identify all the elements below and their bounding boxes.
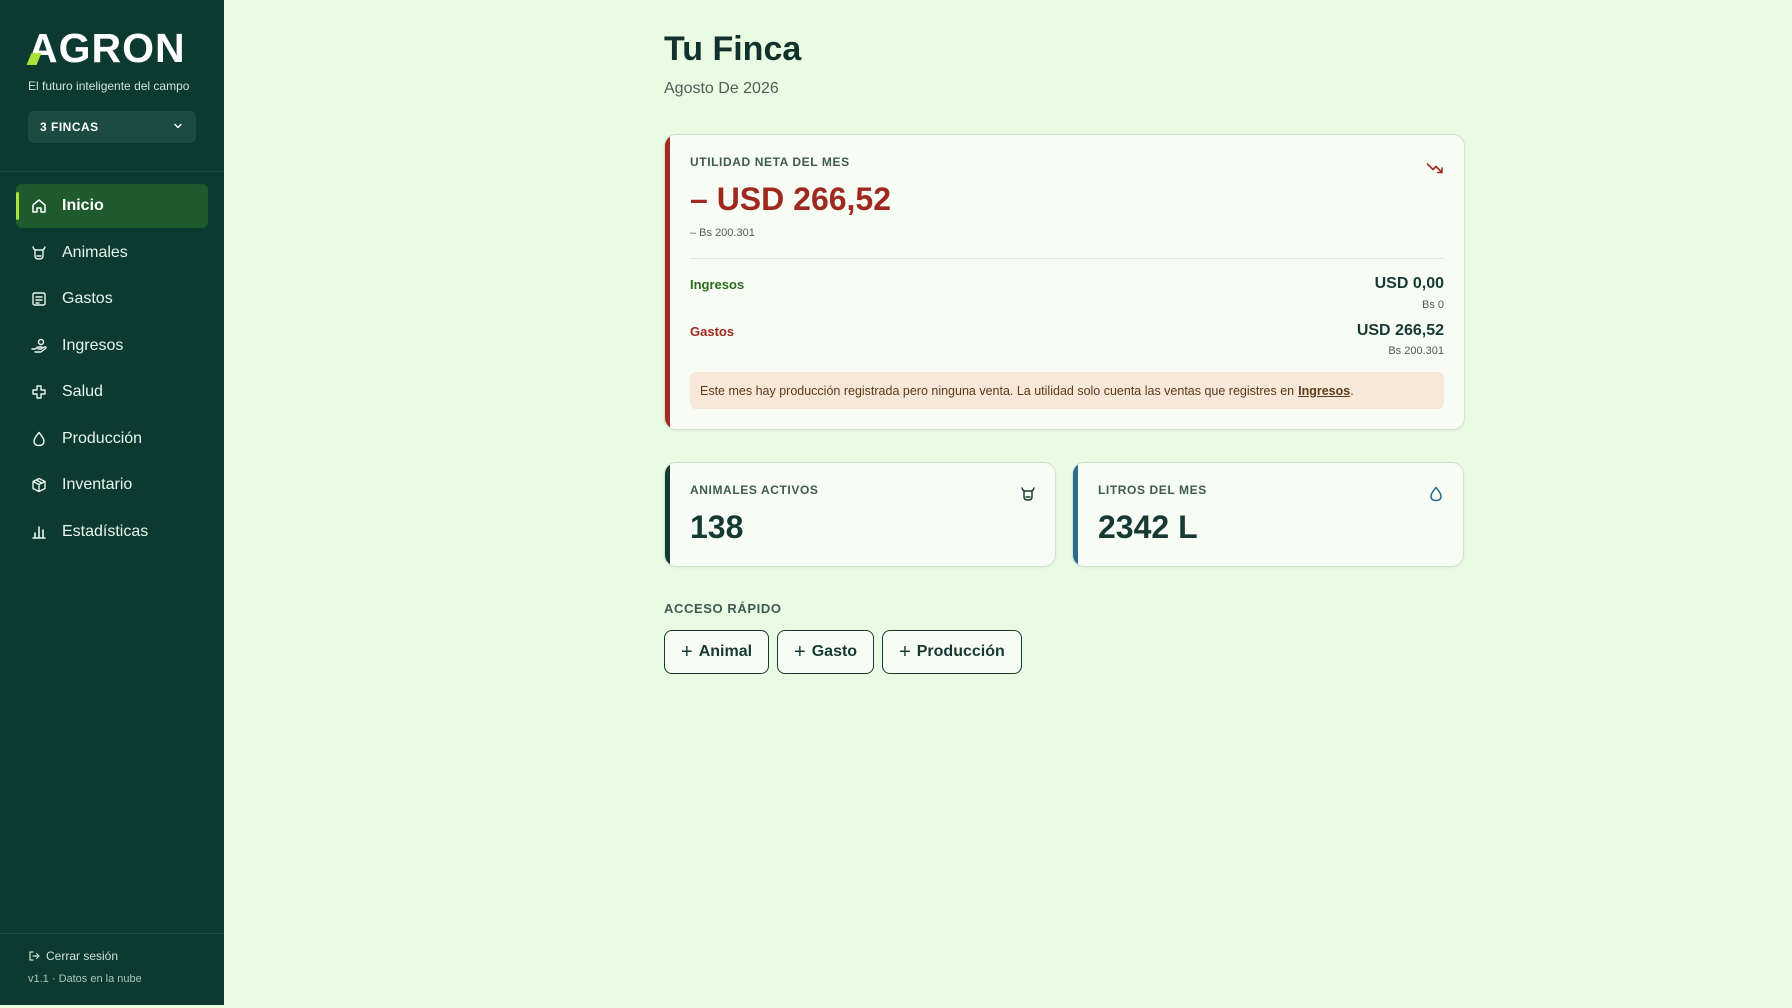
income-bs: Bs 0 [1421,299,1444,311]
cow-icon [1021,487,1035,501]
trending-down-icon [1426,163,1443,174]
logout-button[interactable]: Cerrar sesión [28,949,118,963]
income-usd: USD 0,00 [1374,275,1444,292]
package-icon [30,476,48,494]
droplet-icon [30,430,48,448]
version-text: v1.1 · Datos en la nube [28,973,142,985]
droplet-icon [1430,486,1442,502]
sidebar-item-label: Animales [62,243,128,261]
sidebar-item-label: Producción [62,429,143,447]
notice-end: . [1350,383,1354,398]
expense-bs: Bs 200.301 [1388,345,1444,357]
chevron-down-icon [172,120,184,135]
sidebar-divider [0,171,224,172]
sidebar: AGRON El futuro inteligente del campo 3 … [0,0,224,1005]
card-accent [665,135,670,429]
sidebar-item-label: Gastos [62,290,113,307]
monthly-liters-label: LITROS DEL MES [1098,483,1207,497]
hand-coins-icon [30,337,48,355]
net-profit-bs: – Bs 200.301 [690,227,755,239]
notice-text: Este mes hay producción registrada pero … [700,383,1295,398]
sidebar-item-gastos[interactable]: Gastos [16,277,208,321]
card-divider [690,258,1444,259]
page-title: Tu Finca [664,30,802,68]
page-subtitle: Agosto De 2026 [664,80,779,97]
receipt-icon [30,290,48,308]
sidebar-item-inventario[interactable]: Inventario [16,463,208,507]
card-accent [1073,463,1078,566]
farm-selector-label: 3 FINCAS [40,120,99,134]
plus-icon: + [794,641,806,663]
sidebar-nav: Inicio Animales Gastos Ingresos Salud Pr… [16,184,208,556]
expense-label: Gastos [690,324,735,339]
active-animals-value: 138 [690,509,744,545]
sidebar-item-estadisticas[interactable]: Estadísticas [16,510,208,554]
card-accent [665,463,670,566]
bar-chart-icon [30,523,48,541]
logo-text: GRON [58,25,186,71]
ingresos-link[interactable]: Ingresos [1298,384,1350,398]
agron-logo[interactable]: AGRON [28,26,186,70]
sidebar-item-produccion[interactable]: Producción [16,417,208,461]
plus-icon: + [899,641,911,663]
logout-icon [29,951,40,961]
sidebar-divider [0,933,224,934]
sidebar-item-ingresos[interactable]: Ingresos [16,324,208,368]
farm-selector[interactable]: 3 FINCAS [28,111,196,143]
add-expense-button[interactable]: + Gasto [777,630,875,674]
logo-first-letter: A [28,25,59,71]
plus-icon: + [681,641,693,663]
home-icon [30,197,48,215]
net-profit-card: UTILIDAD NETA DEL MES – USD 266,52 – Bs … [664,134,1465,430]
button-label: Gasto [811,643,858,660]
quick-access-label: ACCESO RÁPIDO [664,601,782,616]
sidebar-item-label: Ingresos [62,336,124,354]
sidebar-item-animales[interactable]: Animales [16,231,208,275]
income-label: Ingresos [690,277,745,292]
sidebar-item-inicio[interactable]: Inicio [16,184,208,228]
net-profit-label: UTILIDAD NETA DEL MES [690,155,850,169]
monthly-liters-value: 2342 L [1098,509,1198,545]
monthly-liters-card: LITROS DEL MES 2342 L [1072,462,1464,567]
notice-banner: Este mes hay producción registrada pero … [690,372,1444,409]
logout-label: Cerrar sesión [46,949,119,963]
tagline: El futuro inteligente del campo [28,79,190,93]
add-animal-button[interactable]: + Animal [664,630,770,674]
net-profit-value: – USD 266,52 [690,181,892,217]
cow-icon [30,244,48,262]
active-animals-label: ANIMALES ACTIVOS [690,483,819,497]
sidebar-item-label: Inventario [62,476,133,493]
expense-usd: USD 266,52 [1356,322,1444,339]
add-production-button[interactable]: + Producción [882,630,1022,674]
health-cross-icon [30,383,48,401]
sidebar-item-label: Salud [62,383,103,400]
active-animals-card: ANIMALES ACTIVOS 138 [664,462,1056,567]
button-label: Animal [698,643,753,660]
sidebar-item-label: Inicio [62,197,104,214]
sidebar-item-salud[interactable]: Salud [16,370,208,414]
quick-access-buttons: + Animal + Gasto + Producción [664,630,1022,674]
button-label: Producción [916,643,1005,660]
sidebar-item-label: Estadísticas [62,522,149,540]
